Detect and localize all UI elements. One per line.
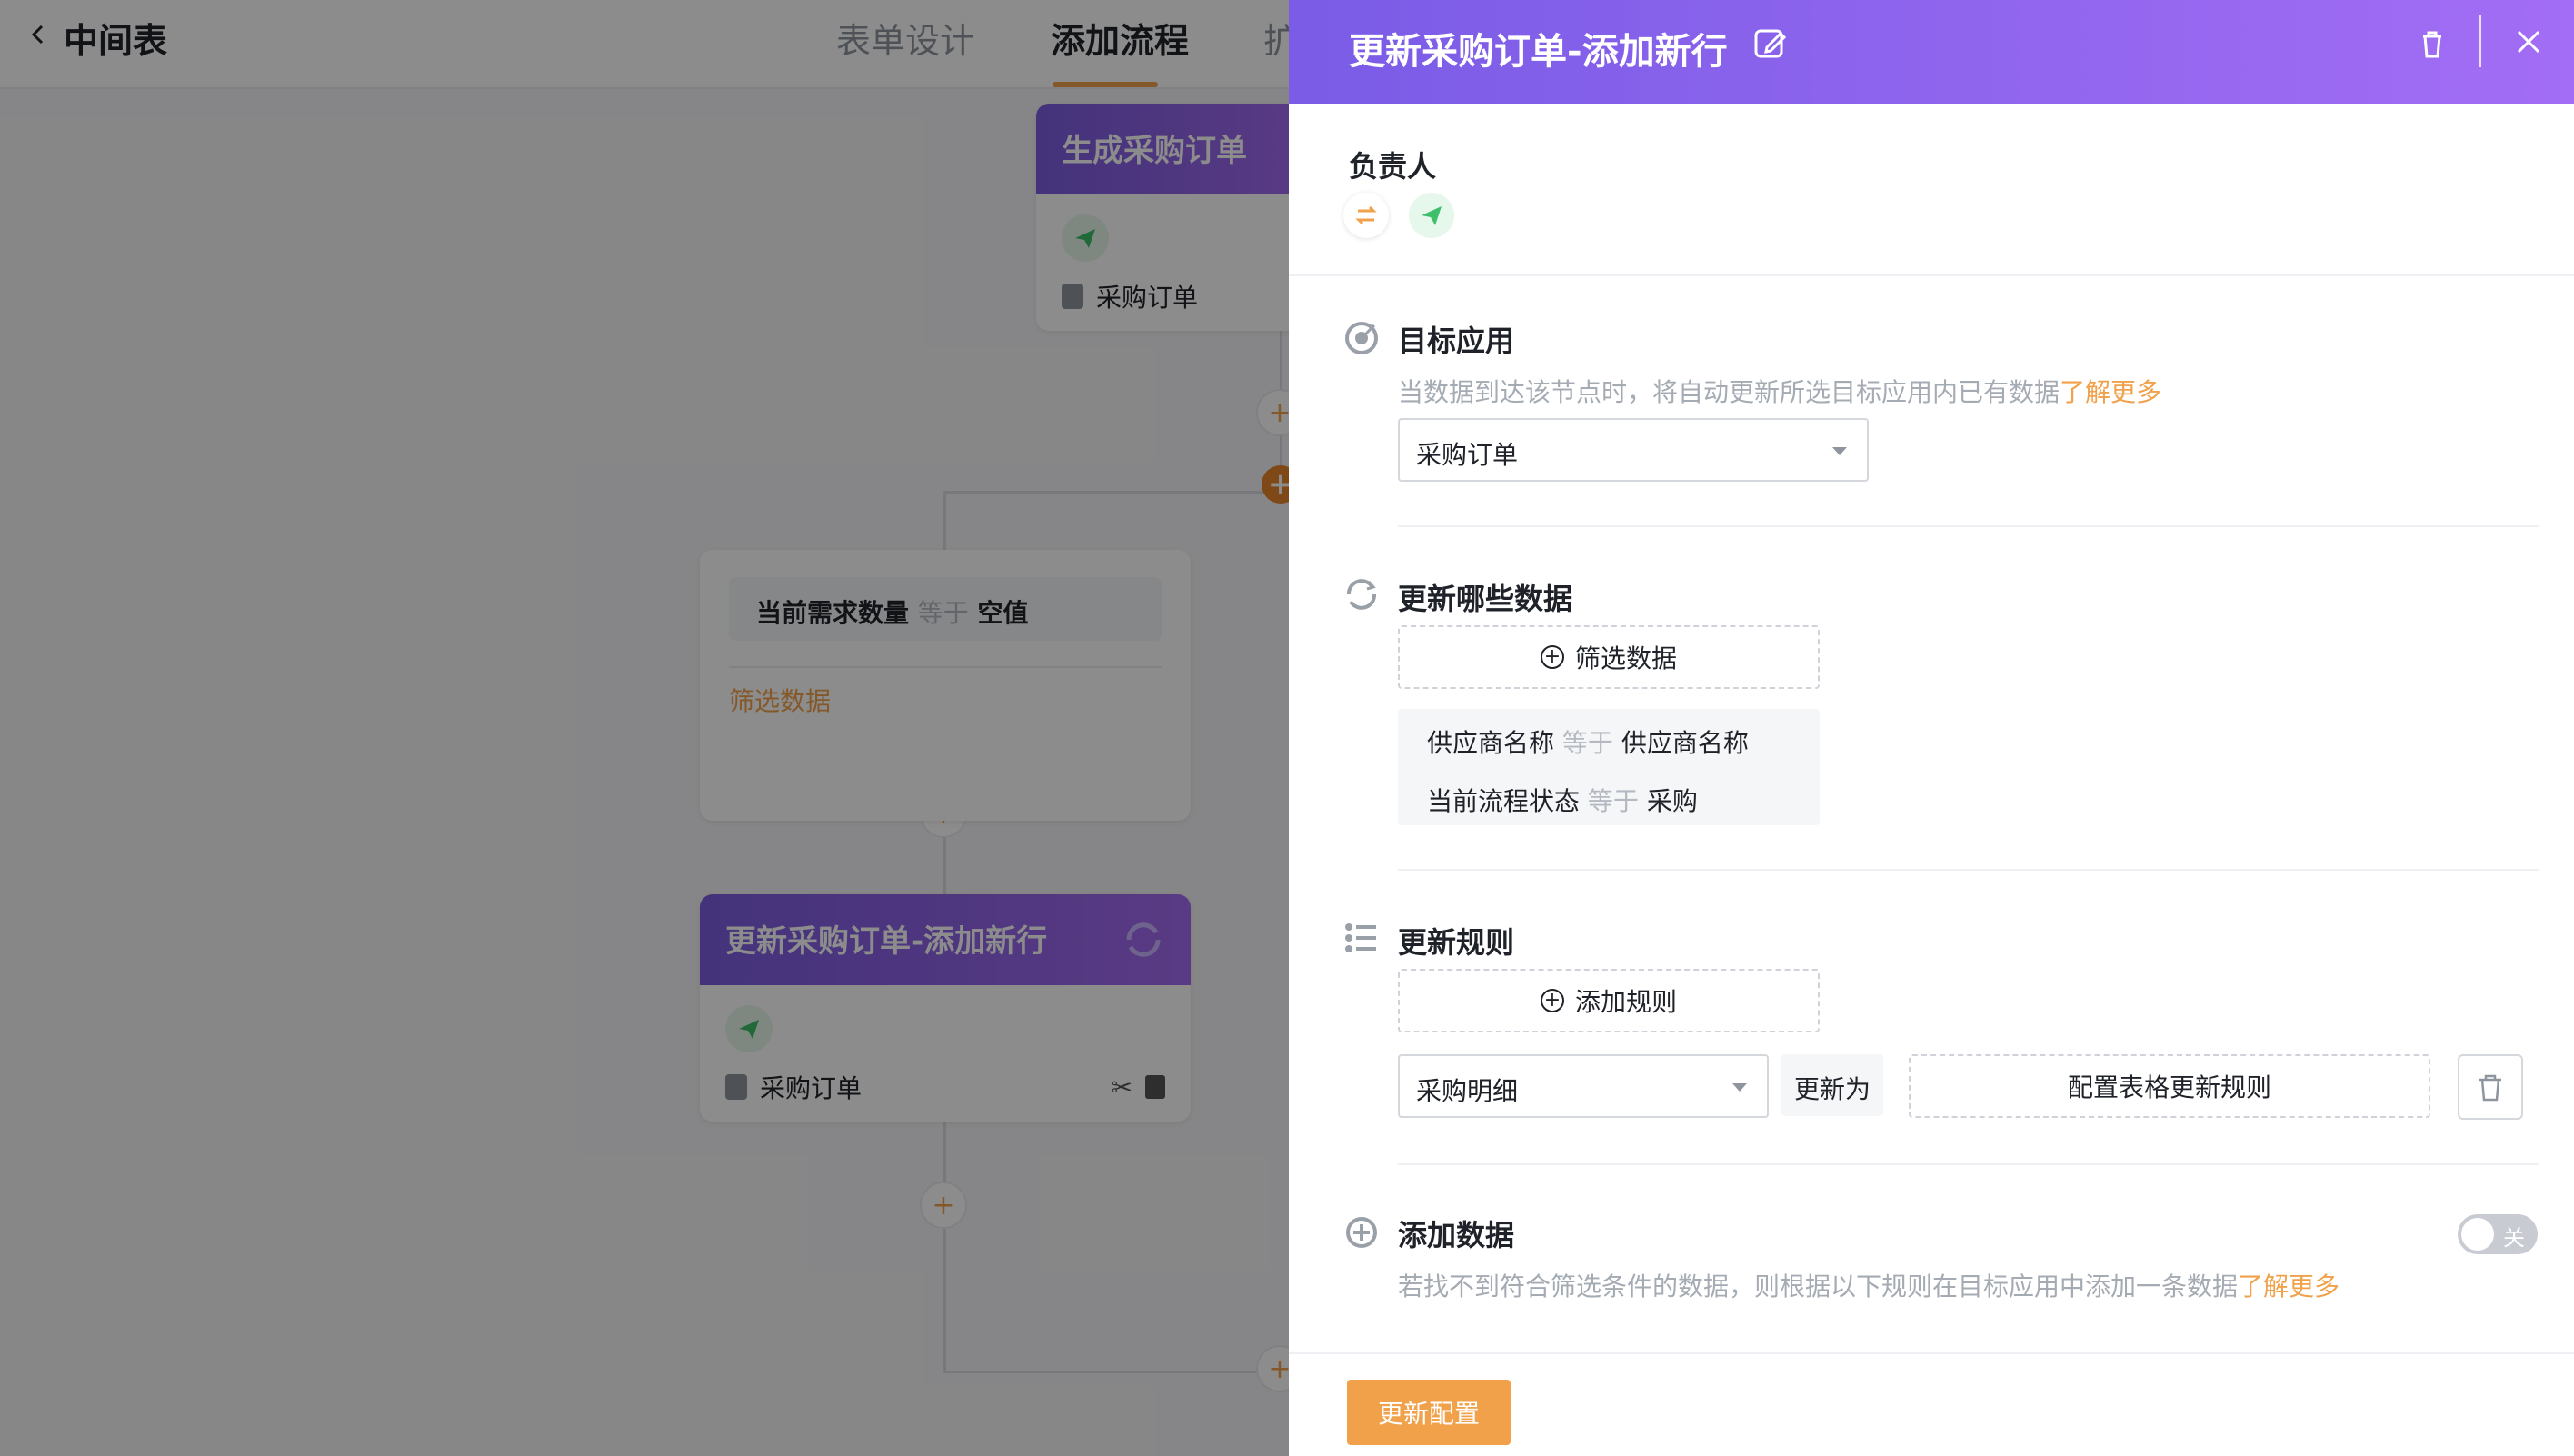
edit-title-icon[interactable]: [1751, 24, 1791, 64]
refresh-icon: [1343, 576, 1380, 613]
filter-condition-row[interactable]: 供应商名称 等于 供应商名称: [1398, 709, 1820, 767]
add-rule-button[interactable]: + 添加规则: [1398, 969, 1820, 1032]
chevron-down-icon: [1732, 1083, 1747, 1092]
toggle-label: 关: [2503, 1225, 2525, 1251]
learn-more-link[interactable]: 了解更多: [2060, 377, 2161, 407]
filter-condition-row[interactable]: 当前流程状态 等于 采购: [1398, 767, 1820, 825]
target-app-desc: 当数据到达该节点时，将自动更新所选目标应用内已有数据了解更多: [1398, 377, 2162, 407]
trash-icon[interactable]: [2412, 24, 2452, 64]
add-data-toggle[interactable]: 关: [2458, 1214, 2538, 1254]
target-icon: [1343, 320, 1380, 356]
send-icon[interactable]: [1409, 193, 1454, 238]
toggle-knob: [2461, 1218, 2494, 1251]
plus-circle-icon: +: [1540, 645, 1564, 669]
drawer-header: 更新采购订单-添加新行: [1289, 0, 2574, 104]
delete-rule-button[interactable]: [2458, 1054, 2523, 1120]
close-icon[interactable]: [2509, 22, 2549, 62]
learn-more-link[interactable]: 了解更多: [2238, 1272, 2340, 1301]
target-app-title: 目标应用: [1398, 324, 1515, 358]
list-icon: [1343, 920, 1380, 956]
section-divider: [1398, 869, 2539, 871]
section-divider: [1398, 1163, 2539, 1165]
section-divider: [1289, 1352, 2574, 1354]
plus-circle-icon: +: [1540, 989, 1564, 1012]
update-config-button[interactable]: 更新配置: [1347, 1380, 1511, 1445]
section-divider: [1289, 274, 2574, 276]
transfer-icon[interactable]: [1343, 193, 1389, 238]
owner-label: 负责人: [1349, 149, 1437, 184]
add-data-title: 添加数据: [1398, 1218, 1515, 1252]
trash-icon: [2479, 1074, 2501, 1102]
rule-field-select[interactable]: 采购明细: [1398, 1054, 1769, 1118]
section-divider: [1398, 525, 2539, 527]
node-config-drawer: 更新采购订单-添加新行 负责人 目标应用 当数据到达该节点时，将自动更新所选目标…: [1289, 0, 2574, 1456]
header-separator: [2479, 15, 2481, 67]
add-data-desc: 若找不到符合筛选条件的数据，则根据以下规则在目标应用中添加一条数据了解更多: [1398, 1272, 2340, 1301]
drawer-title: 更新采购订单-添加新行: [1349, 31, 1728, 73]
update-rules-title: 更新规则: [1398, 925, 1515, 960]
which-data-title: 更新哪些数据: [1398, 582, 1573, 616]
update-to-tag: 更新为: [1781, 1054, 1884, 1116]
configure-table-rule-button[interactable]: 配置表格更新规则: [1909, 1054, 2430, 1118]
chevron-down-icon: [1832, 447, 1847, 455]
filter-data-button[interactable]: + 筛选数据: [1398, 625, 1820, 689]
target-app-select[interactable]: 采购订单: [1398, 418, 1869, 482]
plus-circle-icon: [1343, 1214, 1380, 1251]
